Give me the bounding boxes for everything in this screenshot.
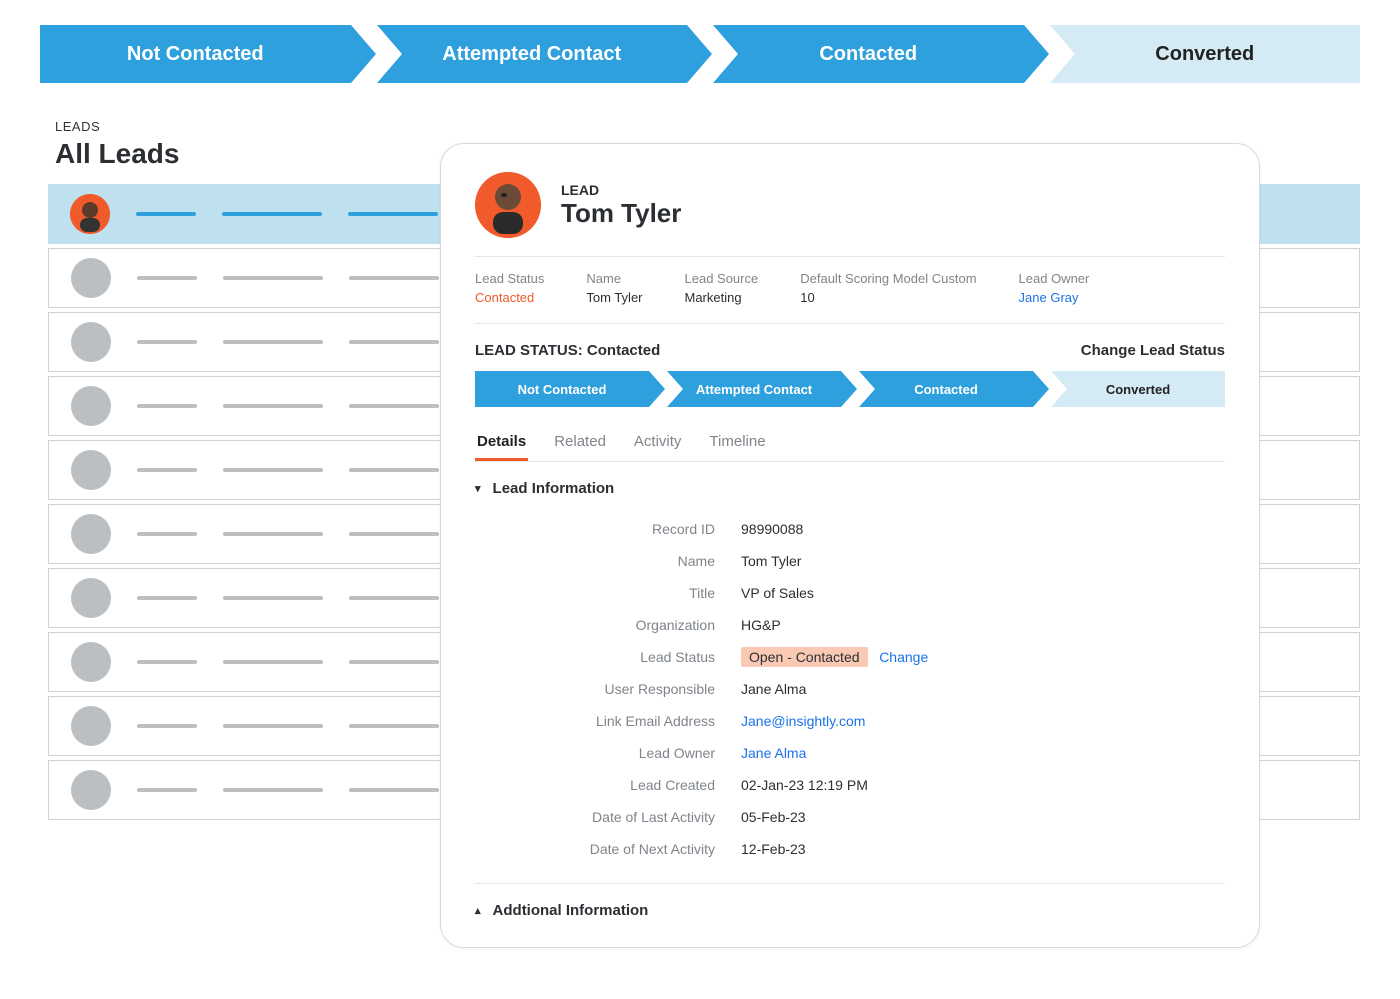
pipeline-stage-converted[interactable]: Converted <box>1050 25 1361 83</box>
summary-label: Lead Status <box>475 271 544 286</box>
avatar <box>71 514 111 554</box>
field-value: Jane Alma <box>741 681 806 697</box>
field-label: Record ID <box>515 521 715 537</box>
lead-status-badge: Open - Contacted <box>741 647 868 667</box>
avatar <box>71 770 111 810</box>
pipeline-stage-attempted-contact[interactable]: Attempted Contact <box>377 25 688 83</box>
avatar <box>475 172 541 238</box>
lead-status-mini-pipeline: Not Contacted Attempted Contact Contacte… <box>475 371 1225 407</box>
summary-label: Name <box>586 271 642 286</box>
lead-status-header: LEAD STATUS: Contacted <box>475 342 660 359</box>
section-additional-information[interactable]: ▴ Addtional Information <box>475 902 1225 919</box>
section-title: Addtional Information <box>493 902 649 919</box>
lead-header: LEAD Tom Tyler <box>475 172 1225 238</box>
avatar <box>71 322 111 362</box>
lead-eyebrow: LEAD <box>561 182 681 198</box>
lead-info-fields: Record ID 98990088 Name Tom Tyler Title VP … <box>515 513 1225 865</box>
summary-value-source: Marketing <box>685 290 759 305</box>
tab-details[interactable]: Details <box>475 425 528 461</box>
field-label: Title <box>515 585 715 601</box>
avatar <box>71 642 111 682</box>
field-value: Tom Tyler <box>741 553 801 569</box>
mini-stage-contacted[interactable]: Contacted <box>859 371 1033 407</box>
field-label: Lead Created <box>515 777 715 793</box>
detail-tabs: Details Related Activity Timeline <box>475 425 1225 462</box>
avatar <box>70 194 110 234</box>
lead-summary: Lead Status Contacted Name Tom Tyler Lea… <box>475 271 1225 305</box>
field-label: Lead Owner <box>515 745 715 761</box>
pipeline-stage-not-contacted[interactable]: Not Contacted <box>40 25 351 83</box>
field-label: User Responsible <box>515 681 715 697</box>
avatar <box>71 578 111 618</box>
field-label: Date of Last Activity <box>515 809 715 825</box>
field-label: Organization <box>515 617 715 633</box>
change-status-link[interactable]: Change <box>879 649 928 665</box>
lead-detail-card: LEAD Tom Tyler Lead Status Contacted Nam… <box>440 143 1260 948</box>
owner-link[interactable]: Jane Alma <box>741 745 806 761</box>
tab-timeline[interactable]: Timeline <box>707 425 767 461</box>
leads-eyebrow: LEADS <box>55 119 1400 134</box>
lead-status-pipeline: Not Contacted Attempted Contact Contacte… <box>40 25 1360 83</box>
avatar <box>71 450 111 490</box>
field-value: 02-Jan-23 12:19 PM <box>741 777 868 793</box>
tab-activity[interactable]: Activity <box>632 425 684 461</box>
field-label: Lead Status <box>515 649 715 665</box>
summary-value-score: 10 <box>800 290 976 305</box>
change-lead-status-link[interactable]: Change Lead Status <box>1081 342 1225 359</box>
avatar <box>71 386 111 426</box>
summary-label: Lead Source <box>685 271 759 286</box>
field-value: 05-Feb-23 <box>741 809 806 825</box>
mini-stage-converted[interactable]: Converted <box>1051 371 1225 407</box>
section-lead-information[interactable]: ▾ Lead Information <box>475 480 1225 497</box>
tab-related[interactable]: Related <box>552 425 608 461</box>
field-value: VP of Sales <box>741 585 814 601</box>
lead-name: Tom Tyler <box>561 198 681 229</box>
field-value: 98990088 <box>741 521 803 537</box>
section-title: Lead Information <box>493 480 615 497</box>
field-value: HG&P <box>741 617 781 633</box>
summary-value-owner[interactable]: Jane Gray <box>1019 290 1090 305</box>
summary-value-name: Tom Tyler <box>586 290 642 305</box>
chevron-down-icon: ▾ <box>475 482 481 495</box>
pipeline-stage-contacted[interactable]: Contacted <box>713 25 1024 83</box>
field-label: Name <box>515 553 715 569</box>
field-value: 12-Feb-23 <box>741 841 806 857</box>
field-label: Link Email Address <box>515 713 715 729</box>
chevron-up-icon: ▴ <box>475 904 481 917</box>
field-label: Date of Next Activity <box>515 841 715 857</box>
mini-stage-not-contacted[interactable]: Not Contacted <box>475 371 649 407</box>
avatar <box>71 706 111 746</box>
summary-value-status: Contacted <box>475 290 544 305</box>
avatar <box>71 258 111 298</box>
email-link[interactable]: Jane@insightly.com <box>741 713 865 729</box>
mini-stage-attempted-contact[interactable]: Attempted Contact <box>667 371 841 407</box>
summary-label: Lead Owner <box>1019 271 1090 286</box>
summary-label: Default Scoring Model Custom <box>800 271 976 286</box>
